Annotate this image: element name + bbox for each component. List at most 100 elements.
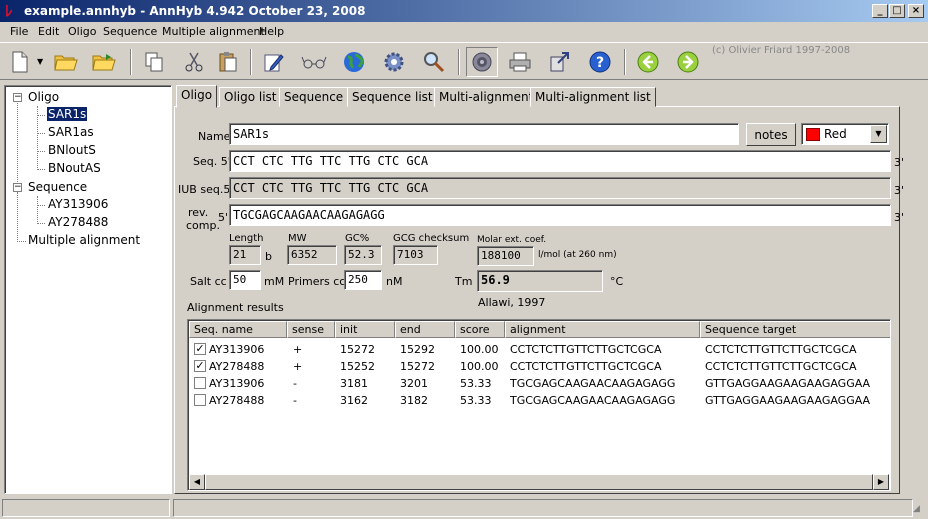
glasses-icon[interactable] (300, 48, 328, 76)
salt-input[interactable]: 50 (229, 270, 261, 290)
tab-oligo-list[interactable]: Oligo list (219, 87, 282, 107)
tree-node-multiple-alignment[interactable]: Multiple alignment (28, 233, 140, 247)
column-header-end[interactable]: end (395, 321, 455, 338)
table-row-score: 100.00 (460, 360, 499, 373)
column-header-init[interactable]: init (335, 321, 395, 338)
menu-edit[interactable]: Edit (38, 25, 59, 38)
tab-sequence[interactable]: Sequence (279, 87, 349, 107)
collapse-sequence-icon[interactable]: − (13, 183, 22, 192)
molar-unit: l/mol (at 260 nm) (538, 250, 617, 260)
row-checkbox[interactable]: ✓ (194, 360, 206, 372)
table-row-end: 15292 (400, 343, 435, 356)
menu-multiple-alignment[interactable]: Multiple alignment (162, 25, 265, 38)
column-header-score[interactable]: score (455, 321, 505, 338)
title-bar: ﾚ example.annhyb - AnnHyb 4.942 October … (0, 0, 928, 22)
length-label: Length (229, 233, 264, 244)
column-header-sequence-target[interactable]: Sequence target (700, 321, 890, 338)
toolbar-separator (250, 49, 252, 75)
tab-sequence-list[interactable]: Sequence list (347, 87, 438, 107)
table-row-alignment: CCTCTCTTGTTCTTGCTCGCA (510, 343, 662, 356)
column-header-sense[interactable]: sense (287, 321, 335, 338)
column-header-seq-name[interactable]: Seq. name (189, 321, 287, 338)
table-row-score: 100.00 (460, 343, 499, 356)
tab-oligo[interactable]: Oligo (176, 85, 218, 108)
table-row-target: CCTCTCTTGTTCTTGCTCGCA (705, 343, 857, 356)
menu-sequence[interactable]: Sequence (103, 25, 157, 38)
row-checkbox[interactable] (194, 377, 206, 389)
row-checkbox[interactable] (194, 394, 206, 406)
tree-connector (37, 151, 45, 152)
maximize-button[interactable]: □ (889, 4, 905, 18)
table-row-name: AY278488 (209, 360, 265, 373)
tree-item-sar1s[interactable]: SAR1s (45, 106, 89, 122)
rev-three-prime-label: 3' (894, 211, 905, 224)
color-select[interactable]: Red ▼ (801, 123, 889, 145)
scrollbar-thumb[interactable] (205, 474, 873, 490)
seq5-three-prime-label: 3' (894, 156, 905, 169)
help-icon[interactable]: ? (586, 48, 614, 76)
table-row-name: AY278488 (209, 394, 265, 407)
tree-node-sequence[interactable]: Sequence (28, 180, 87, 194)
cut-icon[interactable] (180, 48, 208, 76)
edit-pencil-icon[interactable] (260, 48, 288, 76)
close-button[interactable]: × (908, 4, 924, 18)
table-row-end: 15272 (400, 360, 435, 373)
seq5-input[interactable]: CCT CTC TTG TTC TTG CTC GCA (229, 150, 891, 172)
globe-icon[interactable] (340, 48, 368, 76)
toolbar-separator (624, 49, 626, 75)
length-unit: b (265, 250, 272, 263)
scroll-right-icon[interactable]: ▶ (873, 474, 889, 490)
new-dropdown-chevron-down-icon[interactable]: ▼ (37, 57, 43, 66)
speaker-icon[interactable] (466, 47, 498, 77)
notes-button[interactable]: notes (746, 123, 796, 146)
chevron-down-icon[interactable]: ▼ (870, 125, 887, 143)
seq5-label: Seq. 5' (193, 155, 231, 168)
toolbar-separator (458, 49, 460, 75)
tree-panel[interactable]: − Oligo SAR1s SAR1as BNloutS BNoutAS − S… (4, 85, 172, 494)
table-row-init: 15252 (340, 360, 375, 373)
tree-item-sar1as[interactable]: SAR1as (48, 125, 94, 139)
back-arrow-icon[interactable] (634, 48, 662, 76)
alignment-results-grid[interactable]: Seq. name sense init end score alignment… (187, 319, 891, 491)
search-magnifier-icon[interactable] (420, 48, 448, 76)
table-row-alignment: TGCGAGCAAGAACAAGAGAGG (510, 377, 676, 390)
open-folder-icon[interactable] (52, 48, 80, 76)
settings-gear-icon[interactable] (380, 48, 408, 76)
tab-multi-alignment-list[interactable]: Multi-alignment list (530, 87, 656, 107)
name-input[interactable]: SAR1s (229, 123, 739, 145)
menu-file[interactable]: File (10, 25, 28, 38)
primers-input[interactable]: 250 (344, 270, 382, 290)
tab-multi-alignment[interactable]: Multi-alignment (434, 87, 539, 107)
forward-arrow-icon[interactable] (674, 48, 702, 76)
table-row-init: 3162 (340, 394, 368, 407)
printer-icon[interactable] (506, 48, 534, 76)
paste-icon[interactable] (214, 48, 242, 76)
copy-icon[interactable] (140, 48, 168, 76)
scroll-left-icon[interactable]: ◀ (189, 474, 205, 490)
tree-item-bnlouts[interactable]: BNloutS (48, 143, 96, 157)
salt-label: Salt cc (190, 275, 227, 288)
tree-node-oligo[interactable]: Oligo (28, 90, 59, 104)
menu-oligo[interactable]: Oligo (68, 25, 96, 38)
minimize-button[interactable]: _ (872, 4, 888, 18)
tree-item-bnoutas[interactable]: BNoutAS (48, 161, 101, 175)
collapse-oligo-icon[interactable]: − (13, 93, 22, 102)
table-row-target: GTTGAGGAAGAAGAAGAGGAA (705, 377, 871, 390)
gc-field: 52.3 (344, 245, 382, 265)
menu-help[interactable]: Help (259, 25, 284, 38)
tree-item-ay278488[interactable]: AY278488 (48, 215, 108, 229)
horizontal-scrollbar[interactable]: ◀ ▶ (189, 474, 889, 490)
rev-five-prime-label: 5' (218, 211, 229, 224)
new-file-icon[interactable] (6, 48, 34, 76)
alignment-results-label: Alignment results (187, 301, 284, 314)
export-icon[interactable] (546, 48, 574, 76)
length-field: 21 (229, 245, 261, 265)
column-header-alignment[interactable]: alignment (505, 321, 700, 338)
molar-label: Molar ext. coef. (477, 235, 547, 245)
resize-grip-icon[interactable]: ◢ (913, 503, 926, 516)
row-checkbox[interactable]: ✓ (194, 343, 206, 355)
open-folder-arrow-icon[interactable] (90, 48, 118, 76)
primers-unit: nM (386, 275, 403, 288)
tree-connector (17, 100, 18, 192)
tree-item-ay313906[interactable]: AY313906 (48, 197, 108, 211)
